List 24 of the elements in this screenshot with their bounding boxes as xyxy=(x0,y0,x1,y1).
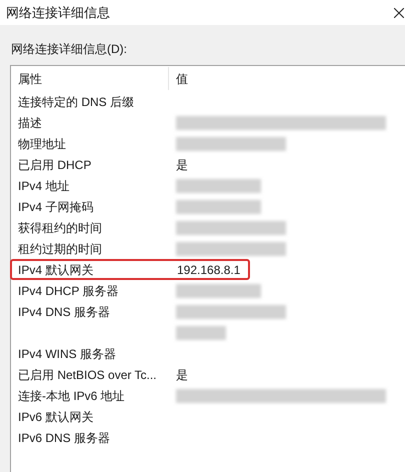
value-text: 192.168.8.1 xyxy=(177,262,240,278)
list-label: 网络连接详细信息(D): xyxy=(11,41,128,58)
property-name: IPv4 WINS 服务器 xyxy=(18,346,116,360)
property-name: 连接特定的 DNS 后缀 xyxy=(18,94,134,108)
property-name: 连接-本地 IPv6 地址 xyxy=(18,388,125,402)
property-name: 租约过期的时间 xyxy=(18,242,102,256)
window-title: 网络连接详细信息 xyxy=(6,4,110,22)
value-text: 是 xyxy=(176,156,188,174)
property-name: 获得租约的时间 xyxy=(18,220,102,234)
property-name: IPv6 DNS 服务器 xyxy=(18,430,110,444)
property-name: IPv4 默认网关 xyxy=(18,262,94,276)
property-name: IPv6 默认网关 xyxy=(18,410,94,424)
property-name: 已启用 DHCP xyxy=(18,158,92,172)
property-name: IPv4 DNS 服务器 xyxy=(18,304,110,318)
close-icon[interactable] xyxy=(394,8,404,18)
property-name: IPv4 DHCP 服务器 xyxy=(18,284,118,298)
value-text: 是 xyxy=(176,366,188,384)
property-name: 物理地址 xyxy=(18,136,66,150)
property-name: IPv4 地址 xyxy=(18,178,70,192)
column-header[interactable]: 值 xyxy=(169,67,405,90)
column-header[interactable]: 属性 xyxy=(11,67,169,90)
property-name: 已启用 NetBIOS over Tc... xyxy=(18,368,156,382)
property-name: IPv4 子网掩码 xyxy=(18,200,94,214)
property-name: 描述 xyxy=(18,116,42,130)
